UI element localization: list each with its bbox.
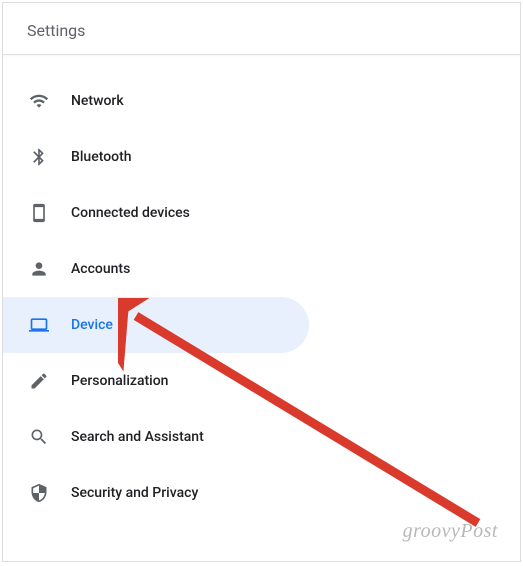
settings-header: Settings (3, 3, 520, 55)
sidebar-item-network[interactable]: Network (3, 73, 520, 129)
sidebar-item-accounts[interactable]: Accounts (3, 241, 520, 297)
sidebar-item-personalization[interactable]: Personalization (3, 353, 520, 409)
search-icon (29, 427, 49, 447)
sidebar-item-label: Security and Privacy (71, 485, 198, 501)
sidebar-item-label: Search and Assistant (71, 429, 204, 445)
sidebar-item-label: Personalization (71, 373, 168, 389)
page-title: Settings (27, 21, 496, 40)
sidebar-item-label: Device (71, 317, 113, 333)
sidebar-item-label: Connected devices (71, 205, 190, 221)
bluetooth-icon (29, 147, 49, 167)
sidebar-item-device[interactable]: Device (3, 297, 309, 353)
sidebar-item-label: Network (71, 93, 124, 109)
connected-devices-icon (29, 203, 49, 223)
person-icon (29, 259, 49, 279)
sidebar-item-bluetooth[interactable]: Bluetooth (3, 129, 520, 185)
sidebar-item-label: Bluetooth (71, 149, 132, 165)
sidebar-item-security-privacy[interactable]: Security and Privacy (3, 465, 520, 521)
laptop-icon (29, 315, 49, 335)
sidebar-item-label: Accounts (71, 261, 130, 277)
edit-icon (29, 371, 49, 391)
sidebar-item-connected-devices[interactable]: Connected devices (3, 185, 520, 241)
security-icon (29, 483, 49, 503)
watermark: groovyPost (403, 520, 498, 543)
wifi-icon (29, 91, 49, 111)
settings-sidebar: Network Bluetooth Connected devices Acco… (3, 55, 520, 521)
sidebar-item-search-assistant[interactable]: Search and Assistant (3, 409, 520, 465)
